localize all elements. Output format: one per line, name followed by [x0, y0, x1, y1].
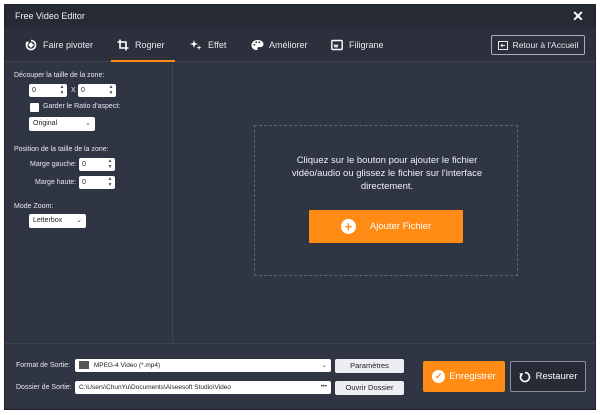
save-label: Enregistrer: [449, 371, 496, 382]
restore-label: Restaurer: [535, 371, 578, 382]
back-to-home-button[interactable]: Retour à l'Accueil: [491, 35, 585, 55]
keep-ratio-checkbox[interactable]: [30, 103, 39, 112]
chevron-down-icon: ⌄: [321, 362, 327, 369]
drop-zone-instructions: Cliquez sur le bouton pour ajouter le fi…: [291, 155, 483, 192]
output-folder-label: Dossier de Sortie:: [16, 384, 72, 391]
ratio-select-value: Original: [33, 120, 58, 127]
crop-icon: [117, 39, 129, 51]
output-folder-value: C:\Users\ChunYu\Documents\Aiseesoft Stud…: [79, 384, 231, 391]
browse-button[interactable]: •••: [321, 381, 327, 394]
size-separator: X: [71, 87, 76, 94]
output-folder-field[interactable]: C:\Users\ChunYu\Documents\Aiseesoft Stud…: [75, 381, 331, 394]
window-title: Free Video Editor: [15, 11, 85, 21]
crop-height-input[interactable]: 0 ▲ ▼: [78, 84, 116, 97]
keep-ratio-label: Garder le Ratio d'aspect:: [43, 103, 121, 110]
tab-crop[interactable]: Rogner: [111, 27, 174, 62]
margin-left-input[interactable]: 0 ▲ ▼: [79, 158, 115, 171]
sparkle-icon: [190, 39, 202, 51]
save-button[interactable]: ✓ Enregistrer: [423, 361, 505, 392]
margin-left-value: 0: [82, 161, 86, 168]
spinner-arrows-icon[interactable]: ▲ ▼: [108, 84, 114, 96]
add-file-button[interactable]: + Ajouter Fichier: [309, 210, 463, 243]
crop-height-value: 0: [81, 87, 85, 94]
app-window: Free Video Editor ✕ Faire pivoter Rogner…: [4, 4, 596, 410]
spinner-arrows-icon[interactable]: ▲ ▼: [59, 84, 65, 96]
output-bar: [5, 343, 595, 409]
crop-width-value: 0: [32, 87, 36, 94]
restore-button[interactable]: Restaurer: [510, 361, 586, 392]
back-button-label: Retour à l'Accueil: [512, 40, 579, 50]
output-format-select[interactable]: MPEG-4 Video (*.mp4) ⌄: [75, 359, 331, 372]
tab-label: Filigrane: [349, 39, 384, 50]
settings-button[interactable]: Paramètres: [335, 359, 404, 373]
chevron-down-icon: ⌄: [85, 120, 91, 127]
chevron-down-icon: ⌄: [76, 217, 82, 224]
tab-rotate[interactable]: Faire pivoter: [25, 27, 93, 62]
zoom-mode-label: Mode Zoom:: [14, 203, 54, 210]
plus-icon: +: [340, 219, 356, 234]
ratio-select[interactable]: Original ⌄: [29, 117, 95, 131]
output-format-value: MPEG-4 Video (*.mp4): [93, 362, 161, 369]
zoom-mode-value: Letterbox: [33, 217, 63, 224]
margin-left-label: Marge gauche:: [30, 161, 77, 168]
tab-label: Faire pivoter: [43, 39, 94, 50]
margin-top-input[interactable]: 0 ▲ ▼: [79, 176, 115, 189]
crop-width-input[interactable]: 0 ▲ ▼: [29, 84, 67, 97]
zoom-mode-select[interactable]: Letterbox ⌄: [29, 214, 86, 228]
tab-watermark[interactable]: Filigrane: [331, 27, 384, 62]
tab-label: Améliorer: [269, 39, 308, 50]
open-folder-button[interactable]: Ouvrir Dossier: [335, 381, 404, 395]
margin-top-value: 0: [82, 179, 86, 186]
restore-icon: [518, 371, 531, 383]
palette-icon: [251, 39, 264, 51]
margin-top-label: Marge haute:: [35, 179, 77, 186]
zone-size-label: Découper la taille de la zone:: [14, 72, 105, 79]
check-icon: ✓: [432, 370, 446, 383]
spinner-arrows-icon[interactable]: ▲ ▼: [107, 176, 113, 188]
spinner-arrows-icon[interactable]: ▲ ▼: [107, 158, 113, 170]
add-file-label: Ajouter Fichier: [369, 221, 432, 232]
tab-label: Effet: [208, 39, 227, 50]
output-format-label: Format de Sortie:: [16, 362, 71, 369]
tab-effect[interactable]: Effet: [190, 27, 226, 62]
watermark-icon: [331, 39, 343, 51]
tab-bar: Faire pivoter Rogner Effet Améliorer Fil…: [5, 27, 595, 62]
tab-label: Rogner: [135, 39, 165, 50]
video-file-icon: [79, 361, 89, 370]
tab-enhance[interactable]: Améliorer: [251, 27, 308, 62]
title-bar: Free Video Editor ✕: [5, 5, 595, 27]
back-arrow-icon: [497, 40, 508, 50]
position-label: Position de la taille de la zone:: [14, 146, 109, 153]
close-icon[interactable]: ✕: [571, 9, 585, 23]
file-drop-zone[interactable]: [254, 125, 518, 276]
rotate-icon: [25, 39, 37, 51]
